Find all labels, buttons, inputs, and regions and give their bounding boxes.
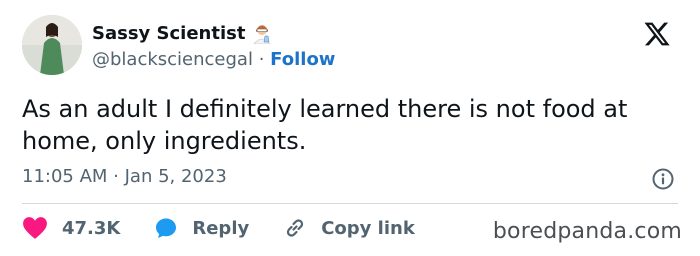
like-button[interactable]: 47.3K <box>22 216 120 240</box>
reply-label: Reply <box>192 217 250 239</box>
reply-bubble-icon <box>156 218 177 238</box>
copy-link-label: Copy link <box>321 217 415 239</box>
timestamp[interactable]: 11:05 AM · Jan 5, 2023 <box>22 166 227 187</box>
handle-row: @blacksciencegal · Follow <box>92 49 335 70</box>
tweet-text: As an adult I definitely learned there i… <box>22 95 628 155</box>
reply-button[interactable]: Reply <box>154 216 249 240</box>
info-icon[interactable] <box>651 167 675 191</box>
link-icon <box>287 219 304 237</box>
action-bar: 47.3K Reply Copy link <box>22 216 415 240</box>
divider <box>22 203 678 204</box>
author-name-row: Sassy Scientist <box>92 22 273 45</box>
copy-link-button[interactable]: Copy link <box>283 216 415 240</box>
x-logo-icon[interactable] <box>643 20 671 48</box>
scientist-emoji-icon <box>251 22 273 45</box>
display-name[interactable]: Sassy Scientist <box>92 23 245 44</box>
handle-separator: · <box>258 49 265 70</box>
handle[interactable]: @blacksciencegal <box>92 49 253 70</box>
watermark: boredpanda.com <box>492 219 682 244</box>
follow-button[interactable]: Follow <box>270 49 335 70</box>
like-count: 47.3K <box>62 217 121 239</box>
heart-icon <box>23 217 47 239</box>
avatar[interactable] <box>22 15 82 75</box>
